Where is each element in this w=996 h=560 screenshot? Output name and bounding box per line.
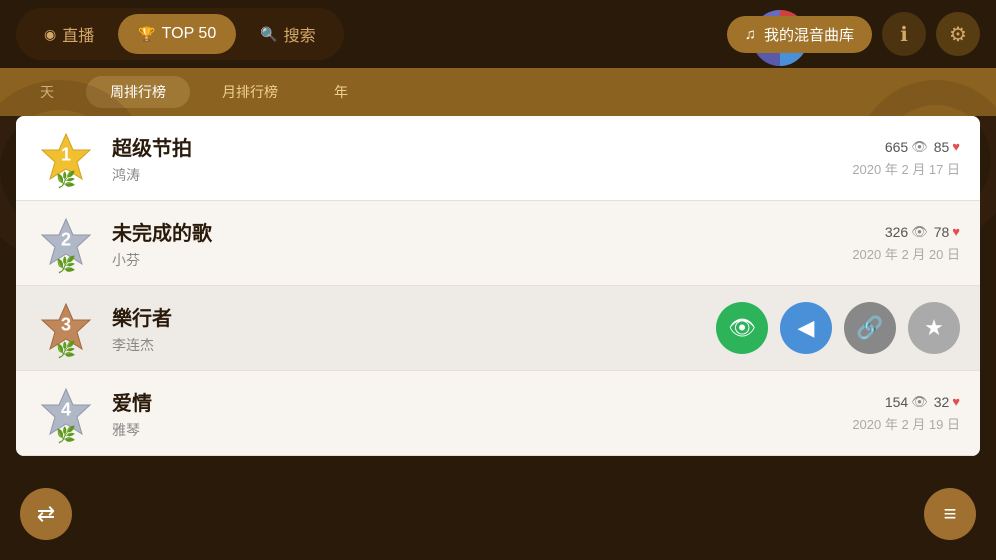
date-1: 2020 年 2 月 17 日 (852, 159, 960, 178)
song-artist-4: 雅琴 (112, 420, 852, 440)
date-4: 2020 年 2 月 19 日 (852, 414, 960, 433)
song-artist-3: 李连杰 (112, 335, 696, 355)
sub-tab-week[interactable]: 周排行榜 (86, 76, 190, 108)
song-row-3[interactable]: 3 🌿 樂行者 李连杰 👁 ◀ 🔗 ★ (16, 286, 980, 371)
settings-button[interactable]: ⚙ (936, 12, 980, 56)
song-info-1: 超级节拍 鸿涛 (112, 132, 852, 185)
heart-icon-2: ♥ (952, 224, 960, 239)
song-title-1: 超级节拍 (112, 132, 852, 161)
eye-icon-2: 👁 (911, 224, 928, 240)
library-button[interactable]: ♫ 我的混音曲库 (727, 16, 872, 53)
rank-badge-1: 1 🌿 (36, 128, 96, 188)
action-buttons: 👁 ◀ 🔗 ★ (716, 302, 960, 354)
laurel-4: 🌿 (56, 425, 76, 445)
tab-top50[interactable]: 🏆 TOP 50 (118, 14, 236, 54)
song-stats-4: 154 👁 32 ♥ 2020 年 2 月 19 日 (852, 394, 960, 433)
date-2: 2020 年 2 月 20 日 (852, 244, 960, 263)
sub-tab-month-label: 月排行榜 (222, 84, 278, 100)
heart-icon-1: ♥ (952, 139, 960, 154)
live-icon: ◉ (44, 26, 56, 43)
song-stats-1: 665 👁 85 ♥ 2020 年 2 月 17 日 (852, 139, 960, 178)
song-title-2: 未完成的歌 (112, 217, 852, 246)
rank-badge-4: 4 🌿 (36, 383, 96, 443)
link-icon: 🔗 (856, 315, 883, 341)
tab-top50-label: TOP 50 (162, 25, 217, 43)
playlist-icon: ≡ (944, 501, 957, 527)
library-label: 我的混音曲库 (764, 24, 854, 45)
sub-tab-month[interactable]: 月排行榜 (198, 76, 302, 108)
shuffle-icon: ⇄ (37, 501, 55, 527)
share-icon: ◀ (798, 315, 815, 341)
nav-tabs-container: ◉ 直播 🏆 TOP 50 🔍 搜索 (16, 8, 344, 60)
song-info-2: 未完成的歌 小芬 (112, 217, 852, 270)
laurel-3: 🌿 (56, 340, 76, 360)
views-2: 326 👁 (885, 224, 928, 240)
song-stats-2: 326 👁 78 ♥ 2020 年 2 月 20 日 (852, 224, 960, 263)
playlist-button[interactable]: ≡ (924, 488, 976, 540)
search-icon: 🔍 (260, 26, 277, 43)
share-button[interactable]: ◀ (780, 302, 832, 354)
like-count-2: 78 (934, 224, 950, 240)
views-4: 154 👁 (885, 394, 928, 410)
view-count-1: 665 (885, 139, 908, 155)
song-row-1[interactable]: 1 🌿 超级节拍 鸿涛 665 👁 85 ♥ 2020 年 2 月 17 日 (16, 116, 980, 201)
rank-number-3: 3 (61, 315, 71, 336)
tab-search-label: 搜索 (284, 22, 316, 46)
rank-badge-3: 3 🌿 (36, 298, 96, 358)
tab-live-label: 直播 (62, 22, 94, 46)
laurel-1: 🌿 (56, 170, 76, 190)
link-button[interactable]: 🔗 (844, 302, 896, 354)
rank-number-2: 2 (61, 230, 71, 251)
likes-1: 85 ♥ (934, 139, 960, 155)
rank-number-1: 1 (61, 145, 71, 166)
rank-number-4: 4 (61, 400, 71, 421)
sub-tab-day-label: 天 (40, 84, 54, 100)
like-count-1: 85 (934, 139, 950, 155)
settings-icon: ⚙ (949, 22, 967, 47)
music-note-icon: ♫ (745, 26, 756, 43)
view-count-4: 154 (885, 394, 908, 410)
favorite-button[interactable]: ★ (908, 302, 960, 354)
like-count-4: 32 (934, 394, 950, 410)
song-artist-1: 鸿涛 (112, 165, 852, 185)
trophy-icon: 🏆 (138, 26, 155, 43)
rank-badge-2: 2 🌿 (36, 213, 96, 273)
likes-2: 78 ♥ (934, 224, 960, 240)
view-count-2: 326 (885, 224, 908, 240)
song-artist-2: 小芬 (112, 250, 852, 270)
song-title-3: 樂行者 (112, 302, 696, 331)
tab-search[interactable]: 🔍 搜索 (240, 14, 335, 54)
likes-4: 32 ♥ (934, 394, 960, 410)
info-button[interactable]: ℹ (882, 12, 926, 56)
top-navigation: ◉ 直播 🏆 TOP 50 🔍 搜索 ♫ 我的混音曲库 ℹ ⚙ (0, 0, 996, 68)
sub-navigation: 天 周排行榜 月排行榜 年 (0, 68, 996, 116)
bottom-navigation: ⇄ ≡ (20, 488, 976, 540)
play-button[interactable]: 👁 (716, 302, 768, 354)
sub-tab-day[interactable]: 天 (16, 76, 78, 108)
eye-icon-4: 👁 (911, 394, 928, 410)
main-content: 1 🌿 超级节拍 鸿涛 665 👁 85 ♥ 2020 年 2 月 17 日 (16, 116, 980, 456)
star-fav-icon: ★ (924, 315, 944, 341)
song-info-3: 樂行者 李连杰 (112, 302, 696, 355)
song-row-4[interactable]: 4 🌿 爱情 雅琴 154 👁 32 ♥ 2020 年 2 月 19 日 (16, 371, 980, 456)
heart-icon-4: ♥ (952, 394, 960, 409)
sub-tab-year[interactable]: 年 (310, 76, 372, 108)
tab-live[interactable]: ◉ 直播 (24, 14, 114, 54)
views-1: 665 👁 (885, 139, 928, 155)
info-icon: ℹ (900, 22, 908, 47)
song-title-4: 爱情 (112, 387, 852, 416)
song-row-2[interactable]: 2 🌿 未完成的歌 小芬 326 👁 78 ♥ 2020 年 2 月 20 日 (16, 201, 980, 286)
song-info-4: 爱情 雅琴 (112, 387, 852, 440)
laurel-2: 🌿 (56, 255, 76, 275)
sub-tab-year-label: 年 (334, 84, 348, 100)
eye-icon-1: 👁 (911, 139, 928, 155)
nav-right-area: ♫ 我的混音曲库 ℹ ⚙ (727, 12, 980, 56)
shuffle-button[interactable]: ⇄ (20, 488, 72, 540)
eye-play-icon: 👁 (728, 315, 756, 341)
sub-tab-week-label: 周排行榜 (110, 84, 166, 100)
